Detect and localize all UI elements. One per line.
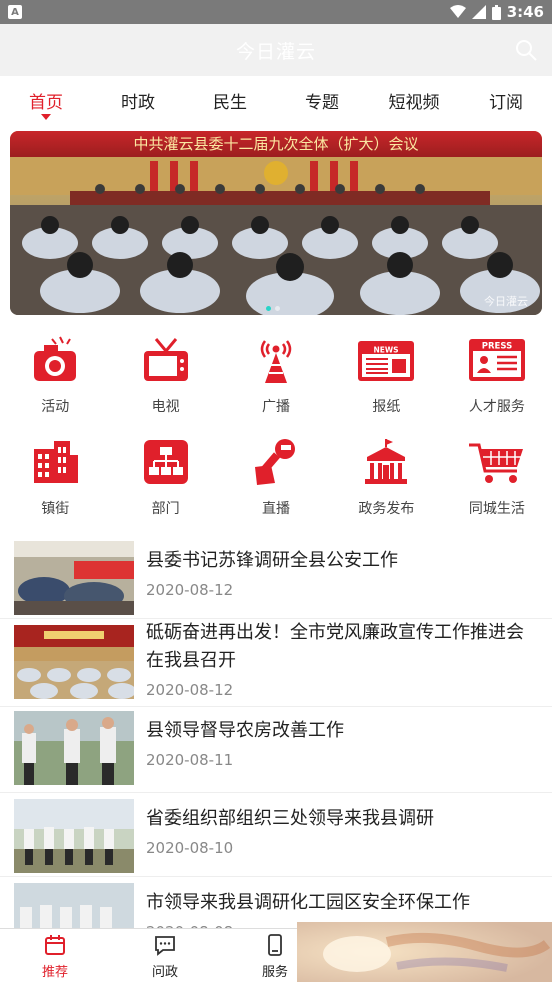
banner-watermark: 今日灌云 <box>484 295 528 308</box>
news-date: 2020-08-10 <box>146 839 234 857</box>
news-item[interactable]: 县领导督导农房改善工作 2020-08-11 <box>0 707 552 793</box>
news-item[interactable]: 县委书记苏锋调研全县公安工作 2020-08-12 <box>0 535 552 619</box>
live-mic-icon <box>246 434 306 490</box>
service-newspaper[interactable]: NEWS 报纸 <box>331 332 441 434</box>
news-thumbnail <box>14 541 134 615</box>
news-item[interactable]: 砥砺奋进再出发！全市党风廉政宣传工作推进会在我县召开 2020-08-12 <box>0 619 552 707</box>
carousel-dot <box>275 306 280 311</box>
banner-image: 中共灌云县委十二届九次全体（扩大）会议 <box>10 131 542 315</box>
news-title: 砥砺奋进再出发！全市党风廉政宣传工作推进会在我县召开 <box>146 622 524 671</box>
service-live[interactable]: 直播 <box>221 434 331 536</box>
nav-recommend[interactable]: 推荐 <box>0 929 110 982</box>
service-grid: 活动 电视 广播 NEWS 报纸 PRESS 人才服务 镇街 部门 直播 政务发… <box>0 332 552 536</box>
news-date: 2020-08-12 <box>146 581 234 599</box>
news-thumbnail <box>14 625 134 699</box>
svg-text:NEWS: NEWS <box>374 346 399 355</box>
newspaper-icon: NEWS <box>356 332 416 388</box>
carousel-dot-active <box>266 306 271 311</box>
phone-icon <box>268 934 282 956</box>
status-time: 3:46 <box>506 3 544 21</box>
service-gov-release[interactable]: 政务发布 <box>331 434 441 536</box>
banner-headline: 中共灌云县委十二届九次全体（扩大）会议 <box>133 135 418 153</box>
news-item[interactable]: 省委组织部组织三处领导来我县调研 2020-08-10 <box>0 793 552 877</box>
service-tv[interactable]: 电视 <box>110 332 220 434</box>
tab-home[interactable]: 首页 <box>0 76 92 126</box>
service-departments[interactable]: 部门 <box>110 434 220 536</box>
buildings-icon <box>25 434 85 490</box>
tab-politics[interactable]: 时政 <box>92 76 184 126</box>
press-card-icon: PRESS <box>467 332 527 388</box>
nav-inquiry[interactable]: 问政 <box>110 929 220 982</box>
search-icon[interactable] <box>514 38 538 62</box>
service-activity[interactable]: 活动 <box>0 332 110 434</box>
news-title: 县领导督导农房改善工作 <box>146 720 344 741</box>
status-bar: A 3:46 <box>0 0 552 24</box>
tab-special-topics[interactable]: 专题 <box>276 76 368 126</box>
government-building-icon <box>356 434 416 490</box>
news-date: 2020-08-11 <box>146 751 234 769</box>
org-chart-icon <box>136 434 196 490</box>
service-talent[interactable]: PRESS 人才服务 <box>442 332 552 434</box>
broadcast-tower-icon <box>246 332 306 388</box>
chat-bubble-icon <box>155 936 175 956</box>
news-date: 2020-08-12 <box>146 681 234 699</box>
shopping-cart-icon <box>467 434 527 490</box>
news-list: 县委书记苏锋调研全县公安工作 2020-08-12 砥砺奋进再出发！全市党风廉政… <box>0 535 552 937</box>
category-tabs: 首页 时政 民生 专题 短视频 订阅 <box>0 76 552 126</box>
active-tab-indicator <box>41 114 51 120</box>
tab-short-video[interactable]: 短视频 <box>368 76 460 126</box>
tab-subscribe[interactable]: 订阅 <box>460 76 552 126</box>
news-thumbnail <box>14 711 134 785</box>
news-title: 县委书记苏锋调研全县公安工作 <box>146 550 398 571</box>
wifi-icon <box>449 5 466 18</box>
service-towns[interactable]: 镇街 <box>0 434 110 536</box>
service-local-life[interactable]: 同城生活 <box>442 434 552 536</box>
svg-text:PRESS: PRESS <box>482 342 512 352</box>
calendar-icon <box>45 935 65 955</box>
news-thumbnail <box>14 799 134 873</box>
service-radio[interactable]: 广播 <box>221 332 331 434</box>
carousel-dots <box>266 306 280 311</box>
app-notification-icon: A <box>8 5 22 19</box>
camera-icon <box>25 332 85 388</box>
overlay-watermark <box>297 922 552 982</box>
tab-livelihood[interactable]: 民生 <box>184 76 276 126</box>
tv-icon <box>136 332 196 388</box>
signal-icon <box>471 5 486 19</box>
banner-carousel[interactable]: 中共灌云县委十二届九次全体（扩大）会议 今日灌云 <box>10 131 542 315</box>
news-title: 省委组织部组织三处领导来我县调研 <box>146 808 434 829</box>
battery-icon <box>491 4 501 20</box>
app-header: 今日灌云 <box>0 24 552 76</box>
news-title: 市领导来我县调研化工园区安全环保工作 <box>146 892 470 913</box>
app-title: 今日灌云 <box>235 40 316 63</box>
